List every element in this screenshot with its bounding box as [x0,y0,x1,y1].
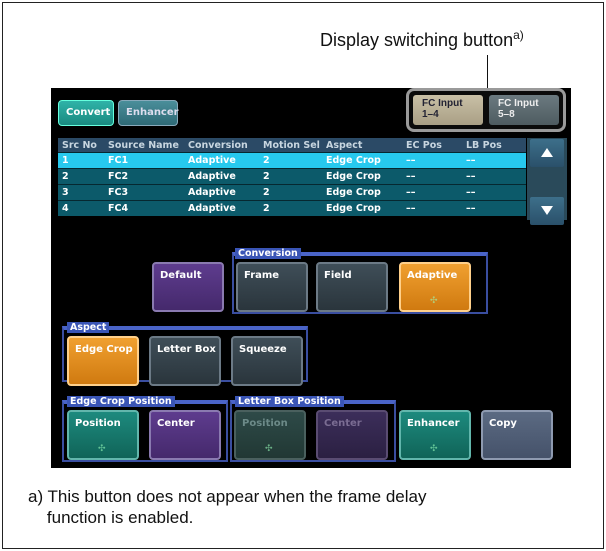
cell-motion-sel: 2 [263,187,270,198]
lb-center-button[interactable]: Center [316,410,388,460]
fc-input-1-4-button[interactable]: FC Input 1–4 [413,95,483,125]
table-row[interactable]: 3 FC3 Adaptive 2 Edge Crop –– –– [58,184,526,200]
default-button[interactable]: Default [152,262,224,312]
callout-leader-line [487,55,488,89]
cell-source-name: FC4 [108,203,129,214]
lb-center-button-label: Center [324,418,362,429]
header-ec-pos: EC Pos [406,140,442,151]
knob-icon: ✣ [430,443,438,453]
cell-src-no: 2 [62,171,69,182]
lb-position-button-label: Position [242,418,288,429]
cell-source-name: FC3 [108,187,129,198]
table-row[interactable]: 1 FC1 Adaptive 2 Edge Crop –– –– [58,152,526,168]
frame-button[interactable]: Frame [236,262,308,312]
default-button-label: Default [160,270,202,281]
arrow-down-icon [541,206,553,215]
header-lb-pos: LB Pos [466,140,502,151]
ec-center-button-label: Center [157,418,195,429]
letter-box-position-label: Letter Box Position [235,396,344,407]
header-conversion: Conversion [188,140,248,151]
tab-convert[interactable]: Convert [58,100,114,126]
callout-text: Display switching button [320,30,514,50]
edge-crop-button[interactable]: Edge Crop [67,336,139,386]
scroll-up-button[interactable] [530,139,564,167]
cell-source-name: FC1 [108,155,129,166]
touch-panel-screen: Convert Enhancer FC Input 1–4 FC Input 5… [51,88,571,468]
enhancer-button[interactable]: Enhancer ✣ [399,410,471,460]
fc-input-5-8-button[interactable]: FC Input 5–8 [489,95,559,125]
cell-conversion: Adaptive [188,187,236,198]
copy-button-label: Copy [489,418,517,429]
cell-motion-sel: 2 [263,171,270,182]
arrow-up-icon [541,148,553,157]
cell-conversion: Adaptive [188,171,236,182]
cell-lb-pos: –– [466,171,476,182]
cell-source-name: FC2 [108,171,129,182]
knob-icon: ✣ [430,295,438,305]
fc-input-1-4-label: FC Input 1–4 [422,98,463,120]
enhancer-button-label: Enhancer [407,418,460,429]
cell-lb-pos: –– [466,187,476,198]
table-row[interactable]: 2 FC2 Adaptive 2 Edge Crop –– –– [58,168,526,184]
squeeze-button[interactable]: Squeeze [231,336,303,386]
table-row[interactable]: 4 FC4 Adaptive 2 Edge Crop –– –– [58,200,526,216]
cell-aspect: Edge Crop [326,171,381,182]
cell-motion-sel: 2 [263,155,270,166]
callout-footnote-mark: a) [513,28,524,42]
letter-box-button-label: Letter Box [157,344,216,355]
source-table: Src No Source Name Conversion Motion Sel… [58,138,526,216]
cell-src-no: 3 [62,187,69,198]
header-src-no: Src No [62,140,97,151]
cell-ec-pos: –– [406,203,416,214]
cell-aspect: Edge Crop [326,155,381,166]
header-aspect: Aspect [326,140,363,151]
cell-aspect: Edge Crop [326,187,381,198]
fc-input-5-8-label: FC Input 5–8 [498,98,539,120]
conversion-group-label: Conversion [235,248,301,259]
edge-crop-position-label: Edge Crop Position [67,396,175,407]
cell-src-no: 4 [62,203,69,214]
display-switching-callout: Display switching buttona) [320,28,524,51]
cell-lb-pos: –– [466,155,476,166]
copy-button[interactable]: Copy [481,410,553,460]
cell-motion-sel: 2 [263,203,270,214]
cell-lb-pos: –– [466,203,476,214]
footnote: a) This button does not appear when the … [28,487,427,527]
cell-aspect: Edge Crop [326,203,381,214]
adaptive-button-label: Adaptive [407,270,458,281]
cell-ec-pos: –– [406,171,416,182]
ec-position-button[interactable]: Position ✣ [67,410,139,460]
tab-enhancer[interactable]: Enhancer [118,100,179,126]
knob-icon: ✣ [98,443,106,453]
cell-conversion: Adaptive [188,203,236,214]
ec-center-button[interactable]: Center [149,410,221,460]
display-switching-group: FC Input 1–4 FC Input 5–8 [406,88,566,132]
table-header: Src No Source Name Conversion Motion Sel… [58,138,526,152]
field-button[interactable]: Field [316,262,388,312]
ec-position-button-label: Position [75,418,121,429]
tab-convert-label: Convert [66,107,111,118]
cell-conversion: Adaptive [188,155,236,166]
cell-ec-pos: –– [406,155,416,166]
header-source-name: Source Name [108,140,179,151]
lb-position-button[interactable]: Position ✣ [234,410,306,460]
field-button-label: Field [324,270,352,281]
tab-enhancer-label: Enhancer [126,107,179,118]
frame-button-label: Frame [244,270,280,281]
cell-ec-pos: –– [406,187,416,198]
scroll-down-button[interactable] [530,197,564,225]
header-motion-sel: Motion Sel [263,140,320,151]
knob-icon: ✣ [265,443,273,453]
letter-box-button[interactable]: Letter Box [149,336,221,386]
aspect-group-label: Aspect [67,322,110,333]
squeeze-button-label: Squeeze [239,344,287,355]
edge-crop-button-label: Edge Crop [75,344,133,355]
adaptive-button[interactable]: Adaptive ✣ [399,262,471,312]
cell-src-no: 1 [62,155,69,166]
